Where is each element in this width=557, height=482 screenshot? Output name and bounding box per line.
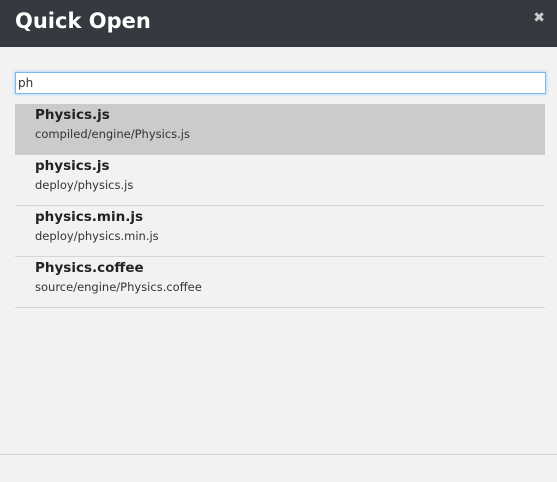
list-item[interactable]: physics.js deploy/physics.js bbox=[15, 155, 545, 206]
close-icon[interactable]: ✖ bbox=[533, 10, 545, 26]
file-path: source/engine/Physics.coffee bbox=[35, 280, 202, 294]
file-name: physics.min.js bbox=[35, 209, 143, 225]
file-name: Physics.coffee bbox=[35, 260, 144, 276]
dialog-title: Quick Open bbox=[15, 9, 151, 33]
list-item[interactable]: Physics.js compiled/engine/Physics.js bbox=[15, 104, 545, 155]
list-item[interactable]: physics.min.js deploy/physics.min.js bbox=[15, 206, 545, 257]
file-path: compiled/engine/Physics.js bbox=[35, 127, 190, 141]
list-item[interactable]: Physics.coffee source/engine/Physics.coff… bbox=[15, 257, 545, 308]
dialog-header: Quick Open ✖ bbox=[0, 0, 557, 47]
search-input[interactable] bbox=[15, 72, 546, 94]
file-name: Physics.js bbox=[35, 107, 110, 123]
footer-divider bbox=[0, 454, 557, 455]
file-name: physics.js bbox=[35, 158, 110, 174]
results-list: Physics.js compiled/engine/Physics.js phy… bbox=[15, 104, 545, 308]
file-path: deploy/physics.min.js bbox=[35, 229, 159, 243]
file-path: deploy/physics.js bbox=[35, 178, 134, 192]
